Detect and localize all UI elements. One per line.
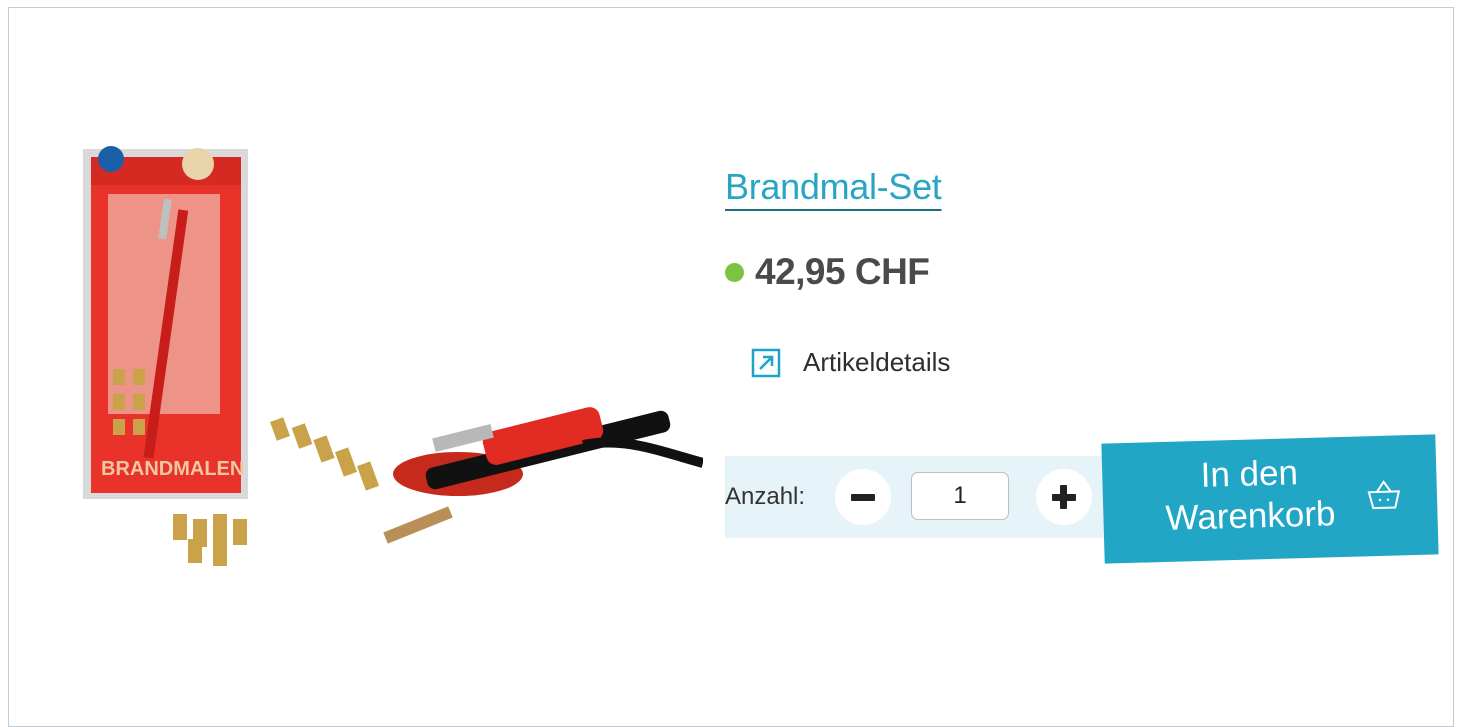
increment-button[interactable]: [1036, 469, 1092, 525]
product-price: 42,95 CHF: [755, 251, 930, 292]
add-to-cart-label: In den Warenkorb: [1165, 453, 1336, 538]
product-card: BRANDMALEN Brandmal-Set 42,95 CHF Artike…: [8, 7, 1454, 727]
stock-indicator: [725, 262, 744, 282]
box-label: BRANDMALEN: [101, 458, 244, 480]
external-link-icon: [751, 348, 781, 377]
decrement-button[interactable]: [835, 469, 891, 525]
add-to-cart-button[interactable]: In den Warenkorb: [1101, 434, 1439, 564]
quantity-panel: Anzahl:: [725, 456, 1110, 538]
quantity-input[interactable]: [911, 472, 1009, 520]
basket-icon: [1367, 480, 1401, 510]
product-title[interactable]: Brandmal-Set: [725, 166, 942, 208]
product-image[interactable]: BRANDMALEN: [63, 119, 703, 599]
price-row: 42,95 CHF: [725, 251, 930, 293]
quantity-label: Anzahl:: [725, 483, 806, 510]
details-link[interactable]: Artikeldetails: [751, 347, 950, 378]
details-label: Artikeldetails: [803, 347, 951, 377]
minus-icon: [851, 494, 875, 501]
